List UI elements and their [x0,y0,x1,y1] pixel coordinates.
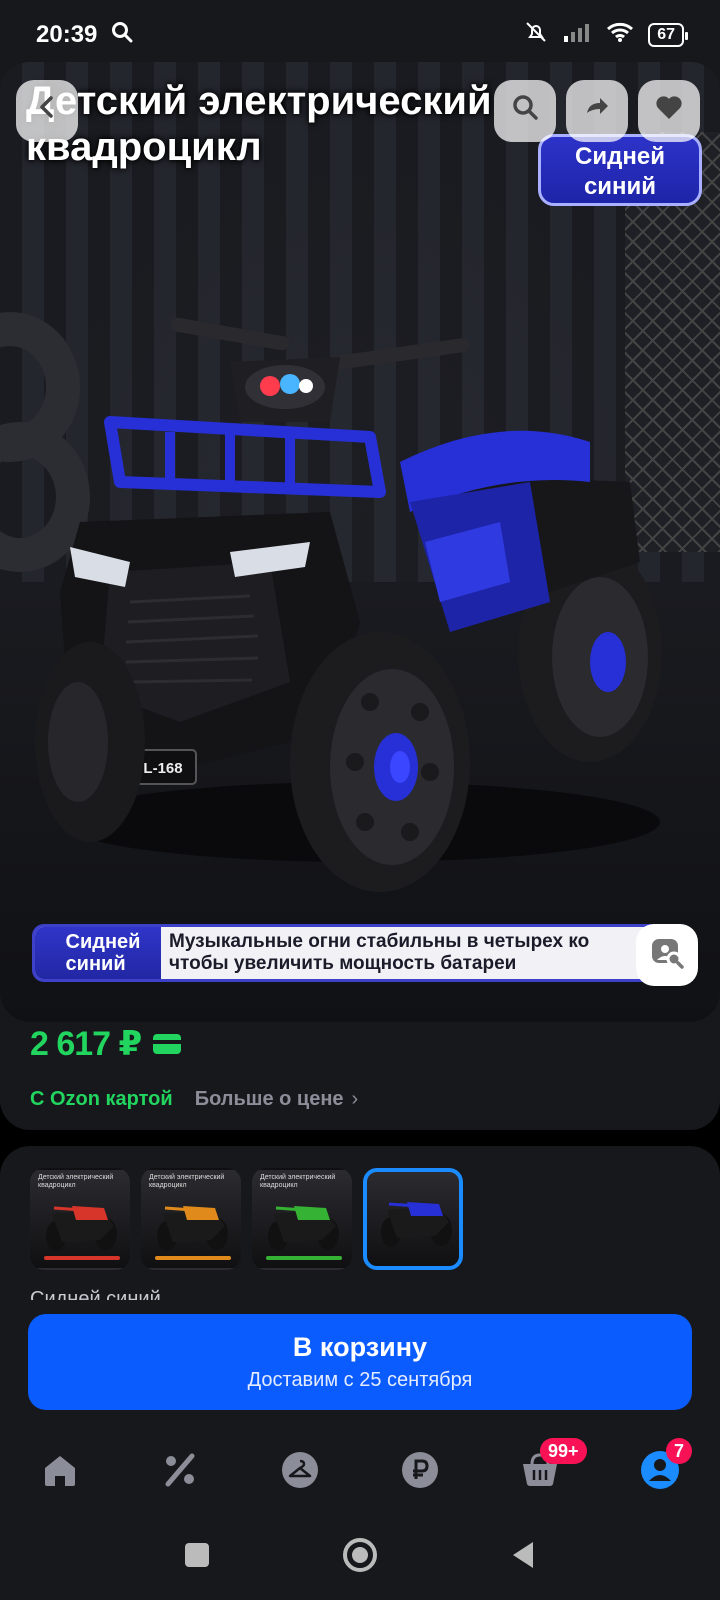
home-icon [41,1452,79,1493]
variant-thumb-green[interactable]: Детский электрический квадроцикл [252,1168,352,1270]
bottom-nav: 99+ 7 [0,1430,720,1514]
add-to-cart-label: В корзину [292,1332,428,1362]
variant-quad-image [46,1206,117,1251]
add-to-cart-button[interactable]: В корзину Доставим с 25 сентября [28,1314,692,1410]
nav-fashion[interactable] [270,1442,330,1502]
variant-color-stripe [44,1256,120,1260]
heart-icon [654,93,684,129]
back-arrow-icon [34,94,60,128]
delivery-date-label: Доставим с 25 сентября [247,1369,473,1391]
product-card: L-168 Детский электрический квадроцикл С… [0,62,720,1130]
back-button[interactable] [16,80,78,142]
variant-thumb-red[interactable]: Детский электрический квадроцикл [30,1168,130,1270]
image-search-icon [649,936,685,975]
percent-icon [162,1452,198,1493]
nav-cart[interactable]: 99+ [510,1438,587,1502]
search-icon [111,21,133,49]
hanger-icon [281,1451,319,1494]
caption-line-2: чтобы увеличить мощность батареи [169,953,517,974]
more-price-link[interactable]: Больше о цене › [195,1088,359,1111]
caption-tag-line-2: синий [65,953,126,975]
image-search-button[interactable] [636,924,698,986]
variant-thumb-orange[interactable]: Детский электрический квадроцикл [141,1168,241,1270]
variant-quad-image [381,1202,452,1247]
nav-finance[interactable] [390,1442,450,1502]
caption-text: Музыкальные огни стабильны в четырех ко … [161,931,589,975]
cart-badge: 99+ [540,1438,587,1464]
status-bar: 20:39 67 [0,0,720,70]
color-tag-line-2: синий [583,173,657,200]
nav-promos[interactable] [150,1442,210,1502]
status-time: 20:39 [36,21,98,48]
caption-tag-line-1: Сидней [65,931,141,953]
price-value: 2 617 ₽ [30,1025,142,1063]
product-image-gallery[interactable]: L-168 Детский электрический квадроцикл С… [0,62,720,1022]
search-button[interactable] [494,80,556,142]
system-navigation-bar [0,1514,720,1600]
back-nav-button[interactable] [509,1540,537,1575]
variant-thumb-blue[interactable] [363,1168,463,1270]
nav-profile[interactable]: 7 [630,1438,693,1502]
favorite-button[interactable] [638,80,700,142]
variant-quad-image [157,1206,228,1251]
variant-color-stripe [266,1256,342,1260]
more-price-label: Больше о цене [194,1088,344,1110]
image-caption-bar: Сидней синий Музыкальные огни стабильны … [32,924,692,982]
variant-thumb-title: Детский электрический квадроцикл [260,1174,336,1189]
selected-variant-name: Сидней синий [30,1288,161,1300]
caption-line-1: Музыкальные огни стабильны в четырех ко [169,931,590,952]
price-row: 2 617 ₽ [30,1024,182,1064]
bell-off-icon [524,20,548,50]
chevron-right-icon: › [351,1088,359,1110]
color-tag: Сидней синий [538,134,702,206]
variant-thumb-title: Детский электрический квадроцикл [38,1174,114,1189]
battery-indicator: 67 [648,23,688,47]
license-plate-text: L-168 [143,760,182,777]
color-tag-line-1: Сидней [575,143,665,170]
search-icon [511,93,539,129]
profile-badge: 7 [666,1438,693,1464]
caption-color-tag: Сидней синий [35,927,161,979]
signal-icon [562,22,592,48]
variant-color-stripe [155,1256,231,1260]
recents-button[interactable] [183,1541,211,1574]
nav-home[interactable] [30,1442,90,1502]
share-icon [583,93,611,129]
home-button[interactable] [341,1536,379,1579]
wifi-icon [606,21,634,49]
price-details-row: С Ozon картой Больше о цене › [30,1088,358,1111]
variant-thumb-title: Детский электрический квадроцикл [149,1174,225,1189]
variant-quad-image [268,1206,339,1251]
ozon-card-label: С Ozon картой [30,1088,173,1110]
share-button[interactable] [566,80,628,142]
product-quad-bike-image: L-168 [35,317,662,892]
ozon-card-icon [153,1034,182,1054]
ruble-icon [401,1451,439,1494]
